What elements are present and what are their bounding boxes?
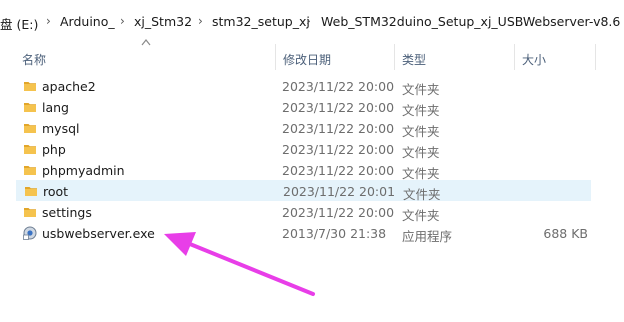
file-name: usbwebserver.exe: [42, 226, 155, 241]
file-type: 文件夹: [402, 82, 440, 97]
file-row[interactable]: php 2023/11/22 20:00 文件夹: [16, 139, 591, 160]
folder-icon: [24, 145, 36, 154]
file-row[interactable]: lang 2023/11/22 20:00 文件夹: [16, 97, 591, 118]
file-type: 应用程序: [402, 229, 453, 244]
column-divider[interactable]: [514, 44, 515, 70]
file-type: 文件夹: [402, 103, 440, 118]
file-modified-date: 2023/11/22 20:00: [282, 79, 395, 94]
column-divider[interactable]: [595, 44, 596, 70]
file-row[interactable]: apache2 2023/11/22 20:00 文件夹: [16, 76, 591, 97]
column-header-name[interactable]: 名称: [22, 51, 46, 68]
breadcrumb-separator-icon[interactable]: ›: [120, 14, 125, 28]
folder-icon: [24, 166, 36, 175]
file-modified-date: 2023/11/22 20:00: [282, 205, 395, 220]
file-name: php: [42, 142, 66, 157]
breadcrumb-separator-icon[interactable]: ›: [46, 14, 51, 28]
file-row[interactable]: settings 2023/11/22 20:00 文件夹: [16, 202, 591, 223]
file-row[interactable]: usbwebserver.exe 2013/7/30 21:38 应用程序 688 K…: [16, 223, 591, 244]
column-divider[interactable]: [394, 44, 395, 70]
file-row[interactable]: mysql 2023/11/22 20:00 文件夹: [16, 118, 591, 139]
file-name: lang: [42, 100, 69, 115]
file-row[interactable]: root 2023/11/22 20:01 文件夹: [16, 180, 591, 202]
file-name: settings: [42, 205, 92, 220]
column-header-size[interactable]: 大小: [522, 51, 546, 68]
breadcrumb-item-stm32-setup[interactable]: stm32_setup_xj: [212, 14, 310, 29]
file-name: mysql: [42, 121, 80, 136]
file-modified-date: 2023/11/22 20:00: [282, 163, 395, 178]
file-modified-date: 2013/7/30 21:38: [282, 226, 387, 241]
file-modified-date: 2023/11/22 20:00: [282, 100, 395, 115]
breadcrumb-drive[interactable]: 盘 (E:): [0, 14, 38, 33]
folder-icon: [24, 82, 36, 91]
file-name: phpmyadmin: [42, 163, 125, 178]
column-header-type[interactable]: 类型: [402, 51, 426, 68]
column-header-bar: 名称 修改日期 类型 大小: [0, 44, 624, 72]
column-header-modified[interactable]: 修改日期: [283, 51, 331, 68]
breadcrumb-separator-icon[interactable]: ›: [306, 14, 311, 28]
breadcrumb-item-web-stm32duino[interactable]: Web_STM32duino_Setup_xj_USBWebserver-v8.…: [321, 14, 620, 29]
breadcrumb-item-arduino[interactable]: Arduino_: [60, 14, 115, 29]
file-size: 688 KB: [543, 226, 588, 241]
file-name: root: [43, 184, 69, 199]
file-modified-date: 2023/11/22 20:00: [282, 142, 395, 157]
breadcrumb-item-xj-stm32[interactable]: xj_Stm32: [134, 14, 192, 29]
file-name: apache2: [42, 79, 96, 94]
folder-icon: [24, 208, 36, 217]
folder-icon: [25, 187, 37, 196]
file-type: 文件夹: [402, 145, 440, 160]
folder-icon: [24, 103, 36, 112]
column-divider[interactable]: [275, 44, 276, 70]
file-modified-date: 2023/11/22 20:01: [283, 184, 396, 199]
file-row[interactable]: phpmyadmin 2023/11/22 20:00 文件夹: [16, 160, 591, 181]
file-type: 文件夹: [403, 187, 441, 202]
file-type: 文件夹: [402, 124, 440, 139]
file-modified-date: 2023/11/22 20:00: [282, 121, 395, 136]
folder-icon: [24, 124, 36, 133]
breadcrumb-separator-icon[interactable]: ›: [198, 14, 203, 28]
exe-icon: [23, 226, 37, 240]
file-type: 文件夹: [402, 208, 440, 223]
breadcrumb: 盘 (E:) › Arduino_ › xj_Stm32 › stm32_set…: [0, 0, 624, 40]
